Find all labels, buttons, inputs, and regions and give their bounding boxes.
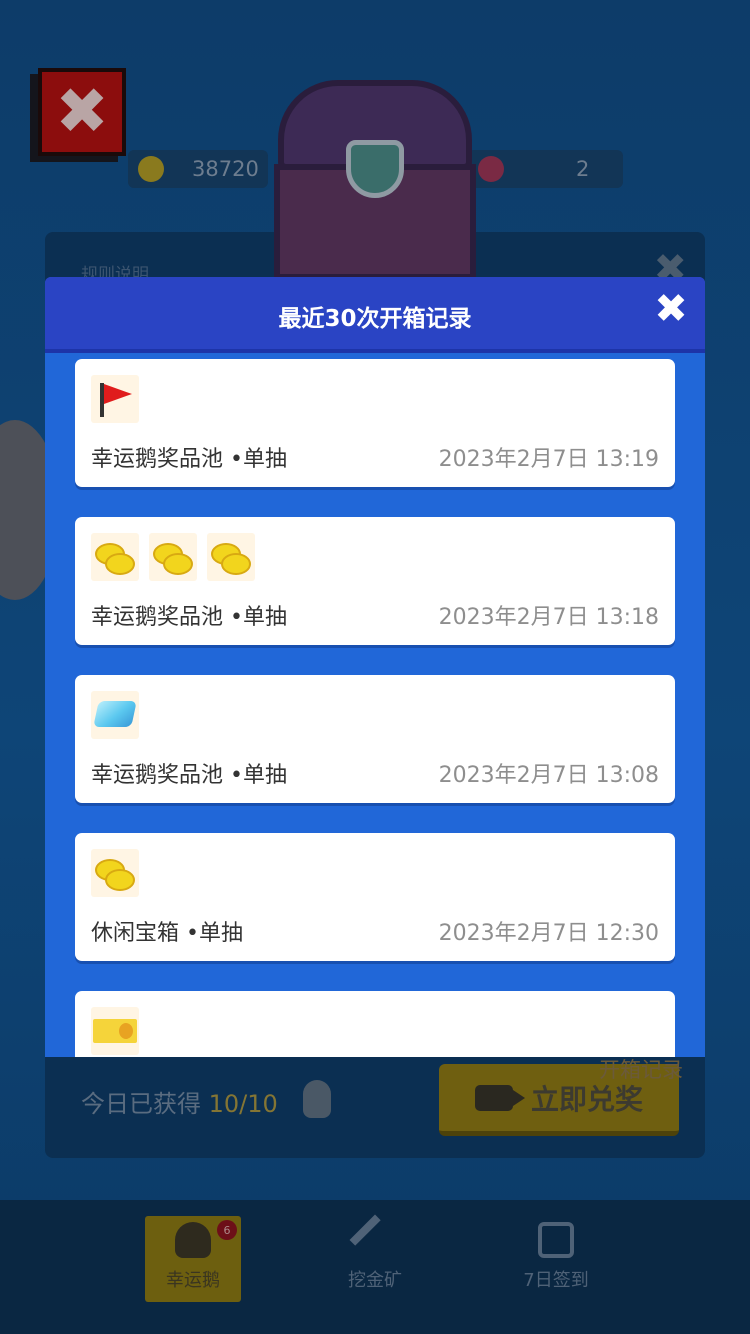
history-link[interactable]: 开箱记录 [599,1054,683,1084]
lotus-icon [478,156,504,182]
diamond-icon [91,691,139,739]
open-history-modal: 最近30次开箱记录 ✖ 幸运鹅奖品池 •单抽 2023年2月7日 13:19 幸… [45,277,705,1057]
penguin-icon [175,1222,211,1258]
record-source: 休闲宝箱 •单抽 [91,921,243,946]
close-icon[interactable]: ✖ [653,289,689,329]
gold-coins-icon [91,533,139,581]
coin-icon [138,156,164,182]
coin-count: 38720 [192,157,259,181]
reward-items [91,533,255,581]
notification-badge: 6 [217,1220,237,1240]
today-label: 今日已获得 [81,1090,201,1118]
tab-7day-checkin[interactable]: 7日签到 [508,1216,604,1302]
chest-gem-icon [346,140,404,198]
today-earned: 今日已获得 10/10 [81,1084,278,1119]
record-card: 幸运鹅奖品池 •单抽 2023年2月7日 13:18 [75,517,675,645]
reward-items [91,691,139,739]
gold-coins-icon [91,849,139,897]
video-camera-icon [474,1084,525,1111]
reward-items [91,375,139,423]
treasure-chest-image [270,80,480,280]
record-source: 幸运鹅奖品池 •单抽 [91,763,287,788]
penguin-icon [303,1080,331,1118]
record-card: 幸运鹅奖品池 •单抽 2023年2月7日 13:08 [75,675,675,803]
record-time: 2023年2月7日 13:18 [438,605,659,630]
background-close-button[interactable]: ✖ [38,68,126,156]
modal-header: 最近30次开箱记录 ✖ [45,277,705,353]
record-card [75,991,675,1057]
ticket-counter: 2 [468,150,623,188]
tab-label: 挖金矿 [348,1270,402,1291]
reward-items [91,1007,139,1055]
bottom-action-row: 今日已获得 10/10 立即兑奖 开箱记录 [45,1058,705,1158]
record-time: 2023年2月7日 12:30 [438,921,659,946]
record-source: 幸运鹅奖品池 •单抽 [91,447,287,472]
record-card: 幸运鹅奖品池 •单抽 2023年2月7日 13:19 [75,359,675,487]
tab-lucky-goose[interactable]: 6 幸运鹅 [145,1216,241,1302]
tab-label: 幸运鹅 [166,1270,220,1291]
record-card: 休闲宝箱 •单抽 2023年2月7日 12:30 [75,833,675,961]
record-source: 幸运鹅奖品池 •单抽 [91,605,287,630]
pickaxe-icon [349,1214,401,1266]
ticket-count: 2 [576,157,590,181]
gold-coins-icon [207,533,255,581]
red-flag-icon [91,375,139,423]
modal-title: 最近30次开箱记录 [278,306,472,332]
record-time: 2023年2月7日 13:19 [438,447,659,472]
calendar-icon [538,1222,574,1258]
coin-counter: 38720 [128,150,268,188]
close-icon: ✖ [55,75,109,149]
tab-label: 7日签到 [523,1270,589,1291]
today-count: 10/10 [208,1090,278,1118]
tab-gold-mine[interactable]: 挖金矿 [327,1214,423,1302]
voucher-icon [91,1007,139,1055]
reward-items [91,849,139,897]
gold-coins-icon [149,533,197,581]
bottom-tab-bar: 6 幸运鹅 挖金矿 7日签到 [0,1200,750,1334]
record-time: 2023年2月7日 13:08 [438,763,659,788]
